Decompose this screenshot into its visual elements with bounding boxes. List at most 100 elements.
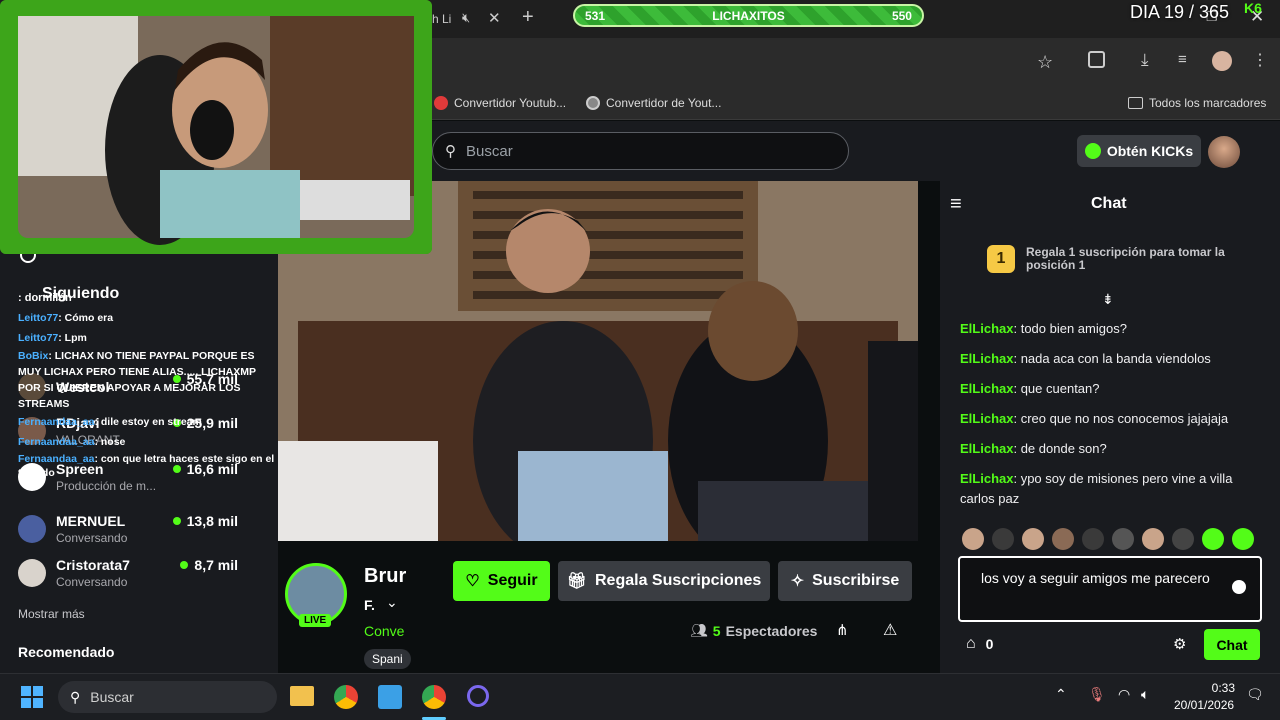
obs-icon[interactable] (467, 685, 489, 707)
chat-text: de donde son? (1020, 441, 1107, 456)
emote-icon[interactable] (1022, 528, 1044, 550)
new-tab-icon[interactable]: + (522, 6, 534, 29)
search-input[interactable]: ⚲ Buscar (432, 132, 849, 170)
show-more-link[interactable]: Mostrar más (18, 607, 85, 621)
follow-label: Seguir (487, 572, 538, 589)
youtube-converter-icon (434, 96, 448, 110)
chat-input[interactable]: los voy a seguir amigos me parecero (958, 556, 1262, 622)
share-icon[interactable]: ⋔ (836, 621, 849, 639)
emote-icon[interactable] (1082, 528, 1104, 550)
chrome-icon[interactable] (334, 685, 358, 709)
clock-time[interactable]: 0:33 (1200, 681, 1235, 695)
file-explorer-icon[interactable] (290, 686, 314, 706)
gift-rank-badge: 1 (987, 245, 1015, 273)
follow-button[interactable]: ♡ Seguir (453, 561, 550, 601)
streamer-name[interactable]: Brur (364, 565, 406, 588)
channel-points[interactable]: ⌂ 0 (966, 635, 993, 653)
overlay-chat-user: BoBix (18, 350, 49, 362)
emote-icon[interactable] (1172, 528, 1194, 550)
emote-icon[interactable] (962, 528, 984, 550)
viewer-count-value: 8,7 mil (194, 557, 238, 573)
chat-send-button[interactable]: Chat (1204, 629, 1260, 660)
overlay-chat-text: : Lpm (58, 332, 87, 344)
emoji-picker-icon[interactable] (1232, 580, 1246, 594)
media-control-icon[interactable]: ≡ (1178, 51, 1187, 68)
webcam-frame (0, 0, 432, 254)
recommended-title: Recomendado (18, 644, 115, 660)
chat-message: ElLichax: nada aca con la banda viendolo… (960, 351, 1211, 366)
chat-username[interactable]: ElLichax (960, 411, 1013, 426)
chat-username[interactable]: ElLichax (960, 321, 1013, 336)
gift-leaderboard-text[interactable]: Regala 1 suscripción para tomar la posic… (1026, 246, 1246, 272)
taskbar-search[interactable]: ⚲ Buscar (58, 681, 277, 713)
profile-avatar[interactable] (1212, 51, 1232, 71)
live-badge: LIVE (299, 614, 332, 627)
overlay-chat-user: Leitto77 (18, 332, 59, 344)
bookmark-item[interactable]: Convertidor Youtub... (434, 96, 566, 110)
browser-menu-icon[interactable]: ⋮ (1252, 50, 1268, 70)
search-icon: ⚲ (70, 688, 81, 705)
emote-icon[interactable] (1142, 528, 1164, 550)
all-bookmarks[interactable]: Todos los marcadores (1128, 96, 1266, 110)
chat-text: nada aca con la banda viendolos (1020, 351, 1211, 366)
emote-icon[interactable] (992, 528, 1014, 550)
emote-icon[interactable] (1232, 528, 1254, 550)
chat-username[interactable]: ElLichax (960, 351, 1013, 366)
goal-start-value: 531 (585, 8, 606, 23)
subscribe-button[interactable]: ✧ Suscribirse (778, 561, 912, 601)
volume-icon[interactable]: 🔈︎ (1141, 686, 1149, 703)
chat-text: creo que no nos conocemos jajajaja (1020, 411, 1229, 426)
download-icon[interactable]: ⤓ (1141, 50, 1149, 70)
extensions-icon[interactable] (1088, 51, 1105, 68)
avatar (18, 515, 46, 543)
microphone-icon[interactable]: 🎙︎ (1088, 686, 1106, 703)
emote-icon[interactable] (1052, 528, 1074, 550)
stream-category[interactable]: Conve (364, 623, 404, 639)
notification-icon[interactable]: 🗨︎ (1246, 686, 1264, 703)
overlay-chat: : dormilón Leitto77: Cómo era Leitto77: … (18, 288, 280, 488)
wifi-icon[interactable]: ◠ (1118, 686, 1130, 703)
overlay-chat-user: Fernaandaa_aa (18, 416, 95, 428)
sidebar-item-cristorata7[interactable]: Cristorata7 Conversando 8,7 mil (18, 553, 263, 593)
chrome-profile-icon[interactable] (422, 685, 446, 709)
bookmark-item[interactable]: Convertidor de Yout... (586, 96, 721, 110)
app-f-icon[interactable] (378, 685, 402, 709)
clock-date[interactable]: 20/01/2026 (1174, 698, 1234, 712)
viewers-label: Espectadores (725, 622, 818, 639)
language-tag[interactable]: Spani (364, 649, 411, 669)
chat-message: ElLichax: de donde son? (960, 441, 1107, 456)
get-kicks-label: Obtén KICKs (1106, 143, 1194, 159)
gift-subs-label: Regala Suscripciones (595, 572, 762, 589)
scroll-down-icon[interactable]: ⇟ (1102, 291, 1114, 308)
tab-close-icon[interactable]: ✕ (488, 9, 501, 27)
emote-icon[interactable] (1202, 528, 1224, 550)
bookmark-star-icon[interactable]: ☆ (1037, 52, 1053, 73)
emote-icon[interactable] (1112, 528, 1134, 550)
tab-mute-icon[interactable]: 🔇︎ (462, 10, 470, 26)
collapse-chat-icon[interactable]: ≡ (950, 193, 962, 216)
bookmark-label: Convertidor Youtub... (454, 96, 567, 110)
user-avatar[interactable] (1208, 136, 1240, 168)
overlay-chat-text: : Cómo era (58, 312, 114, 324)
show-hidden-icons[interactable]: ⌃ (1055, 686, 1067, 703)
browser-tab-title[interactable]: h Li (432, 12, 451, 26)
chat-username[interactable]: ElLichax (960, 381, 1013, 396)
chevron-down-icon[interactable]: ⌄ (386, 594, 398, 611)
heart-icon: ♡ (465, 573, 480, 590)
gift-subs-button[interactable]: 🎁︎ Regala Suscripciones (558, 561, 770, 601)
chat-settings-icon[interactable]: ⚙ (1173, 635, 1186, 653)
kicks-coin-icon (1084, 143, 1101, 159)
subscribe-label: Suscribirse (812, 572, 900, 589)
sidebar-item-mernuel[interactable]: MERNUEL Conversando 13,8 mil (18, 509, 263, 549)
overlay-chat-line: BoBix: LICHAX NO TIENE PAYPAL PORQUE ES … (18, 348, 280, 412)
start-menu-icon[interactable] (21, 686, 43, 708)
get-kicks-button[interactable]: Obtén KICKs (1077, 135, 1201, 167)
overlay-chat-line: Fernaandaa_aa: con que letra haces este … (18, 452, 280, 480)
chat-username[interactable]: ElLichax (960, 441, 1013, 456)
chat-message: ElLichax: creo que no nos conocemos jaja… (960, 411, 1229, 426)
channel-name: Cristorata7 (56, 557, 130, 573)
chat-username[interactable]: ElLichax (960, 471, 1013, 486)
report-icon[interactable]: ⚠ (883, 620, 897, 640)
chat-message: ElLichax: todo bien amigos? (960, 321, 1127, 336)
store-icon: ⌂ (966, 635, 976, 652)
